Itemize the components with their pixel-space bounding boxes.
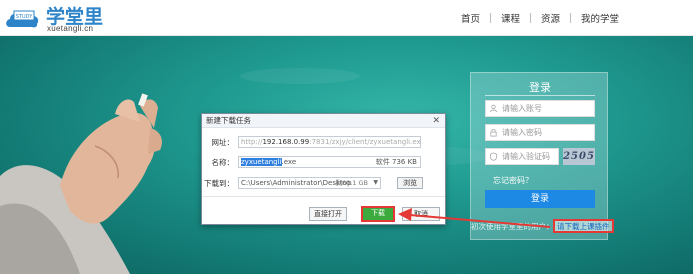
nav-my-school[interactable]: 我的学堂 <box>571 11 693 25</box>
save-path-dropdown[interactable]: C:\Users\Administrator\Desktop 剩60.1 GB … <box>238 177 381 189</box>
browse-button[interactable]: 浏览 <box>397 177 423 189</box>
main-nav: 首页 课程 资源 我的学堂 <box>451 0 693 36</box>
account-placeholder: 请输入账号 <box>502 104 542 113</box>
filename-field[interactable]: zyxuetangli.exe 软件 736 KB <box>238 156 421 168</box>
logo-badge-text: STUDY <box>16 14 33 20</box>
captcha-placeholder: 请输入验证码 <box>502 152 550 161</box>
login-button[interactable]: 登录 <box>485 190 595 208</box>
forgot-password-link[interactable]: 忘记密码？ <box>493 175 533 186</box>
download-dialog: 新建下载任务 ✕ 网址： http://192.168.0.99:7831/zx… <box>201 113 446 225</box>
captcha-field[interactable]: 请输入验证码 <box>485 148 559 165</box>
lock-icon <box>490 128 497 137</box>
login-panel: 登录 请输入账号 请输入密码 请输入验证码 2505 忘记密码？ 登录 初次使用… <box>470 72 614 240</box>
url-path: :7831/zxjy/client/zyxuetangli.exe <box>309 138 421 146</box>
password-placeholder: 请输入密码 <box>502 128 542 137</box>
download-plugin-link[interactable]: 请下载上课插件 <box>553 219 614 233</box>
login-title: 登录 <box>529 81 551 94</box>
account-field[interactable]: 请输入账号 <box>485 100 595 117</box>
cloud-logo-icon: STUDY <box>6 10 39 28</box>
name-label: 名称： <box>211 158 235 167</box>
save-to-label: 下载到： <box>204 179 234 188</box>
dialog-title: 新建下载任务 ✕ <box>202 114 445 128</box>
cancel-button[interactable]: 取消 <box>402 207 440 221</box>
url-label: 网址： <box>211 138 235 147</box>
nav-resources[interactable]: 资源 <box>531 11 570 25</box>
user-icon <box>489 104 498 113</box>
password-field[interactable]: 请输入密码 <box>485 124 595 141</box>
captcha-image[interactable]: 2505 <box>563 148 595 165</box>
chevron-down-icon[interactable]: ▼ <box>373 178 378 188</box>
dialog-divider <box>202 196 445 197</box>
login-divider <box>485 95 595 96</box>
file-size: 软件 736 KB <box>375 158 417 166</box>
disk-space: 剩60.1 GB <box>335 179 368 187</box>
shield-icon <box>489 152 498 161</box>
open-directly-button[interactable]: 直接打开 <box>309 207 347 221</box>
logo[interactable]: STUDY <box>4 5 44 31</box>
filename-selected: zyxuetangli <box>241 158 282 166</box>
top-header: STUDY 学堂里 xuetangli.cn 首页 课程 资源 我的学堂 <box>0 0 693 36</box>
url-prefix: http:// <box>241 138 263 146</box>
nav-courses[interactable]: 课程 <box>491 11 530 25</box>
url-field[interactable]: http://192.168.0.99:7831/zxjy/client/zyx… <box>238 136 421 148</box>
nav-home[interactable]: 首页 <box>451 11 490 25</box>
download-button[interactable]: 下载 <box>361 206 395 222</box>
dialog-title-text: 新建下载任务 <box>206 116 251 125</box>
close-icon[interactable]: ✕ <box>432 115 440 127</box>
logo-domain: xuetangli.cn <box>47 24 94 33</box>
url-host: 192.168.0.99 <box>262 138 310 146</box>
first-use-text: 初次使用学堂里的用户： <box>471 222 554 231</box>
filename-extension: .exe <box>281 158 297 166</box>
